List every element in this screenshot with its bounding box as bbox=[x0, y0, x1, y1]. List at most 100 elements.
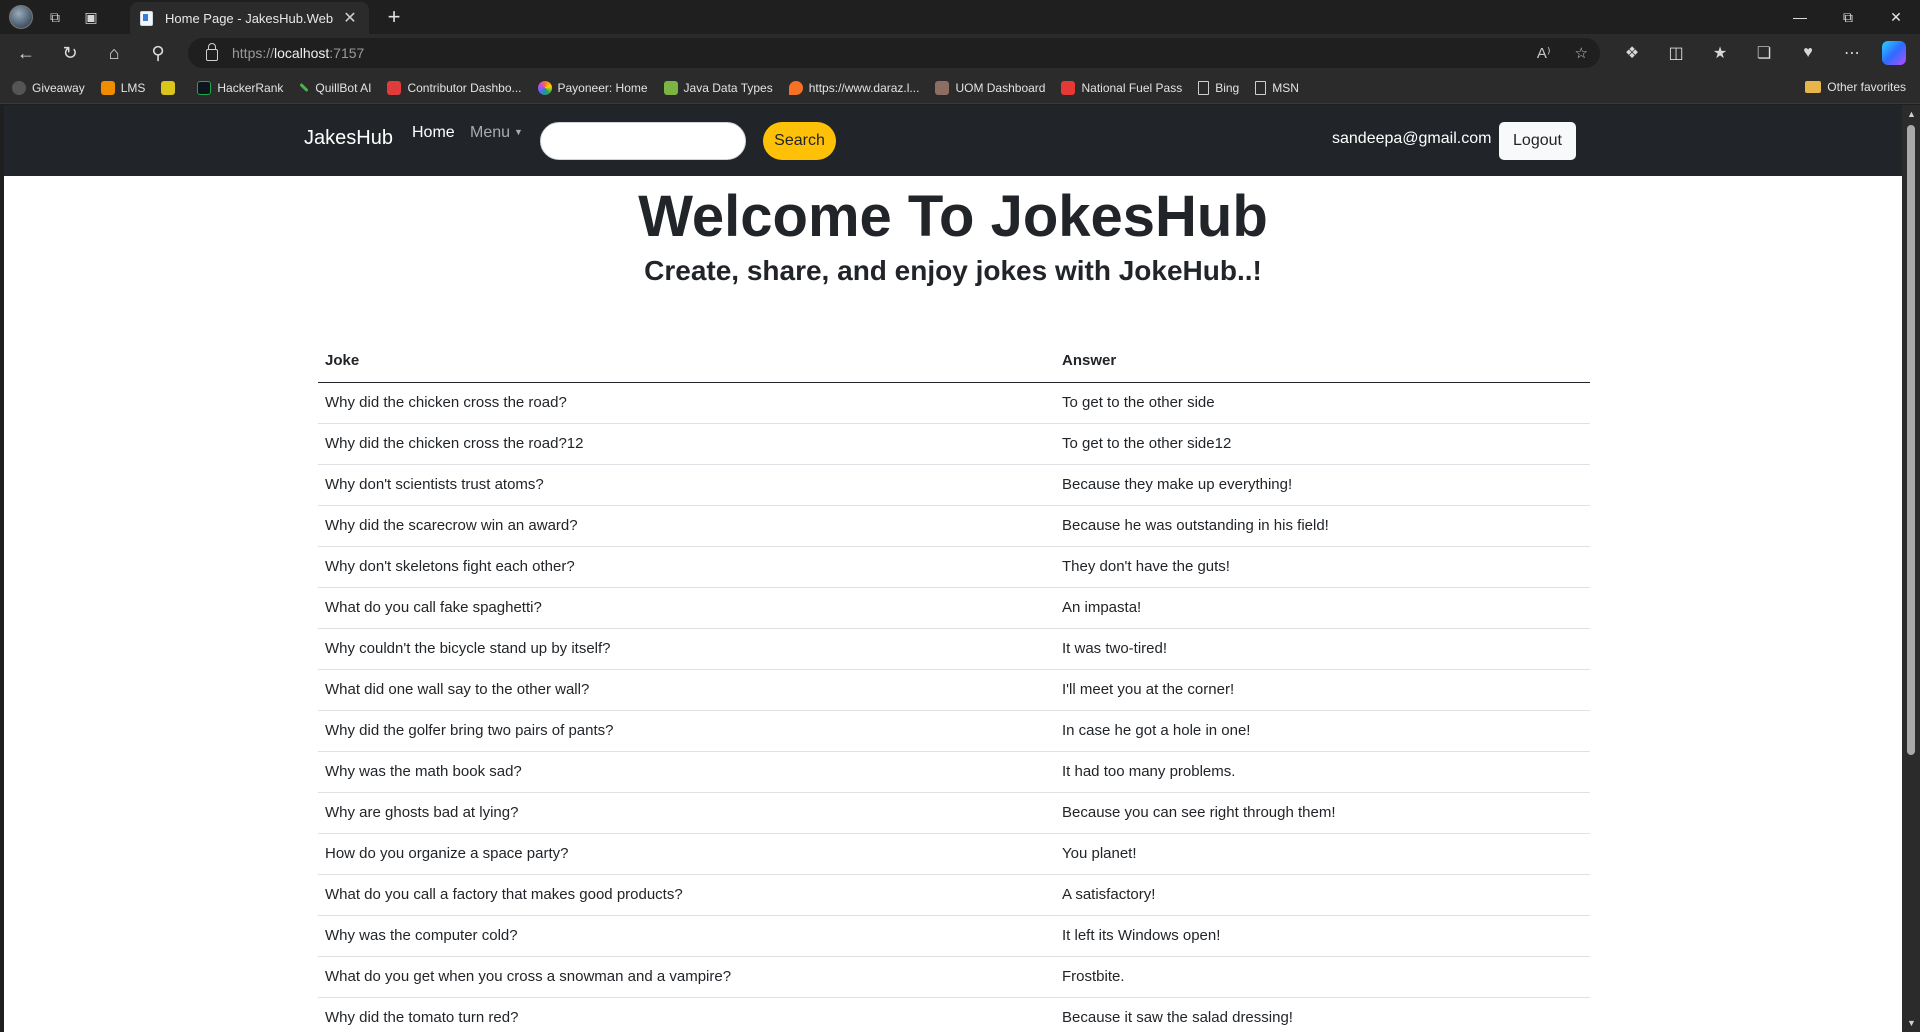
page-favicon-icon bbox=[140, 10, 153, 26]
table-row: Why did the chicken cross the road?12 To … bbox=[318, 423, 1590, 465]
answer-cell: It had too many problems. bbox=[1055, 751, 1590, 793]
nav-menu-label: Menu bbox=[470, 124, 511, 141]
brand-link[interactable]: JakesHub bbox=[304, 127, 393, 150]
table-row: Why couldn't the bicycle stand up by its… bbox=[318, 628, 1590, 670]
scroll-up-icon[interactable]: ▲ bbox=[1907, 109, 1916, 119]
bookmark-label: Contributor Dashbo... bbox=[407, 80, 522, 95]
answer-cell: Because it saw the salad dressing! bbox=[1055, 997, 1590, 1032]
bookmark-lms[interactable]: LMS bbox=[100, 80, 146, 95]
bookmark-label: MSN bbox=[1272, 80, 1299, 95]
answer-cell: Because he was outstanding in his field! bbox=[1055, 505, 1590, 547]
favorites-icon[interactable]: ★ bbox=[1706, 43, 1734, 63]
table-row: Why did the chicken cross the road? To ge… bbox=[318, 382, 1590, 424]
bookmark-unnamed[interactable] bbox=[161, 80, 181, 95]
collections-icon[interactable]: ❏ bbox=[1750, 43, 1778, 63]
other-favorites[interactable]: Other favorites bbox=[1805, 80, 1906, 94]
joke-cell: Why was the math book sad? bbox=[318, 751, 1055, 793]
bookmark-favicon-icon bbox=[387, 80, 402, 95]
bookmark-msn[interactable]: MSN bbox=[1255, 80, 1299, 95]
bookmark-quillbot[interactable]: QuillBot AI bbox=[299, 81, 371, 95]
back-icon[interactable]: ← bbox=[8, 38, 44, 68]
table-row: What do you call fake spaghetti? An impas… bbox=[318, 587, 1590, 629]
home-icon[interactable]: ⌂ bbox=[96, 38, 132, 68]
app-navbar: JakesHub Home Menu ▼ Search sandeepa@gmai… bbox=[4, 105, 1902, 176]
favorite-star-icon[interactable]: ☆ bbox=[1575, 44, 1588, 62]
table-row: Why don't skeletons fight each other? The… bbox=[318, 546, 1590, 588]
restore-icon[interactable]: ⧉ bbox=[1824, 0, 1872, 34]
table-row: What do you get when you cross a snowman… bbox=[318, 956, 1590, 998]
joke-cell: Why was the computer cold? bbox=[318, 915, 1055, 957]
table-row: Why was the math book sad? It had too man… bbox=[318, 751, 1590, 793]
address-bar[interactable]: https://localhost:7157 A⁾ ☆ bbox=[188, 38, 1600, 68]
browser-essentials-icon[interactable]: ♥ bbox=[1794, 44, 1822, 62]
bookmark-national-fuel-pass[interactable]: National Fuel Pass bbox=[1061, 80, 1183, 95]
bookmark-uom-dashboard[interactable]: UOM Dashboard bbox=[935, 80, 1046, 95]
workspaces-icon[interactable]: ⧉ bbox=[41, 3, 69, 31]
joke-cell: Why did the chicken cross the road?12 bbox=[318, 423, 1055, 465]
table-row: What do you call a factory that makes go… bbox=[318, 874, 1590, 916]
bookmark-contributor-dashboard[interactable]: Contributor Dashbo... bbox=[387, 80, 522, 95]
browser-tab-active[interactable]: Home Page - JakesHub.Web ✕ bbox=[130, 2, 369, 34]
folder-icon bbox=[1805, 81, 1822, 93]
more-options-icon[interactable]: ⋯ bbox=[1838, 43, 1866, 63]
bookmark-favicon-icon bbox=[100, 80, 115, 95]
page-viewport: JakesHub Home Menu ▼ Search sandeepa@gmai… bbox=[4, 105, 1902, 1032]
scroll-down-icon[interactable]: ▼ bbox=[1907, 1018, 1916, 1028]
answer-cell: A satisfactory! bbox=[1055, 874, 1590, 916]
bookmark-favicon-icon bbox=[1061, 80, 1076, 95]
page-scrollbar[interactable]: ▲ ▼ bbox=[1902, 105, 1920, 1032]
refresh-icon[interactable]: ↻ bbox=[52, 38, 88, 68]
bookmark-label: UOM Dashboard bbox=[955, 80, 1046, 95]
bookmark-label: Bing bbox=[1215, 80, 1240, 95]
new-tab-button[interactable]: + bbox=[382, 4, 406, 30]
table-row: Why did the tomato turn red? Because it s… bbox=[318, 997, 1590, 1032]
bookmark-favicon-icon bbox=[197, 80, 212, 95]
copilot-icon[interactable] bbox=[1882, 41, 1906, 65]
tab-actions-icon[interactable]: ▣ bbox=[77, 3, 105, 31]
bookmark-label: LMS bbox=[120, 80, 146, 95]
jokes-table: Joke Answer Why did the chicken cross th… bbox=[318, 340, 1590, 1032]
read-aloud-icon[interactable]: A⁾ bbox=[1537, 44, 1551, 62]
search-button[interactable]: Search bbox=[763, 122, 836, 160]
extensions-icon[interactable]: ❖ bbox=[1618, 43, 1646, 63]
answer-cell: They don't have the guts! bbox=[1055, 546, 1590, 588]
bookmark-bing[interactable]: Bing bbox=[1198, 80, 1240, 95]
answer-cell: An impasta! bbox=[1055, 587, 1590, 629]
joke-cell: Why couldn't the bicycle stand up by its… bbox=[318, 628, 1055, 670]
answer-cell: It was two-tired! bbox=[1055, 628, 1590, 670]
bookmark-daraz[interactable]: https://www.daraz.l... bbox=[788, 80, 920, 95]
bookmark-giveaway[interactable]: Giveaway bbox=[12, 80, 85, 95]
nav-menu-dropdown[interactable]: Menu ▼ bbox=[470, 124, 523, 142]
joke-cell: What did one wall say to the other wall? bbox=[318, 669, 1055, 711]
url-scheme: https:// bbox=[232, 45, 275, 61]
bookmark-label: Java Data Types bbox=[683, 80, 773, 95]
joke-cell: Why did the golfer bring two pairs of pa… bbox=[318, 710, 1055, 752]
answer-cell: It left its Windows open! bbox=[1055, 915, 1590, 957]
page-subtitle: Create, share, and enjoy jokes with Joke… bbox=[644, 255, 1262, 286]
url-port: :7157 bbox=[329, 45, 365, 61]
bookmark-label: https://www.daraz.l... bbox=[808, 80, 920, 95]
bookmark-payoneer[interactable]: Payoneer: Home bbox=[537, 80, 648, 95]
tab-close-icon[interactable]: ✕ bbox=[341, 8, 359, 28]
search-input[interactable] bbox=[540, 122, 746, 160]
scrollbar-thumb[interactable] bbox=[1907, 125, 1915, 755]
table-row: How do you organize a space party? You pl… bbox=[318, 833, 1590, 875]
bookmark-label: National Fuel Pass bbox=[1081, 80, 1183, 95]
split-screen-icon[interactable]: ◫ bbox=[1662, 43, 1690, 63]
profile-avatar[interactable] bbox=[9, 5, 33, 29]
bookmark-hackerrank[interactable]: HackerRank bbox=[197, 80, 283, 95]
close-window-icon[interactable]: ✕ bbox=[1872, 0, 1920, 34]
bookmark-java-data-types[interactable]: Java Data Types bbox=[663, 80, 773, 95]
joke-cell: Why did the chicken cross the road? bbox=[318, 382, 1055, 424]
nav-home-link[interactable]: Home bbox=[412, 124, 455, 142]
logout-button[interactable]: Logout bbox=[1499, 122, 1576, 160]
answer-cell: Because you can see right through them! bbox=[1055, 792, 1590, 834]
window-controls: — ⧉ ✕ bbox=[1776, 0, 1920, 34]
bookmark-favicon-icon bbox=[161, 80, 176, 95]
browser-toolbar: ← ↻ ⌂ ⚲ https://localhost:7157 A⁾ ☆ ❖ ◫ … bbox=[0, 34, 1920, 72]
joke-cell: Why don't skeletons fight each other? bbox=[318, 546, 1055, 588]
answer-cell: I'll meet you at the corner! bbox=[1055, 669, 1590, 711]
search-icon[interactable]: ⚲ bbox=[140, 38, 176, 68]
minimize-icon[interactable]: — bbox=[1776, 0, 1824, 34]
lock-icon[interactable] bbox=[206, 43, 218, 61]
